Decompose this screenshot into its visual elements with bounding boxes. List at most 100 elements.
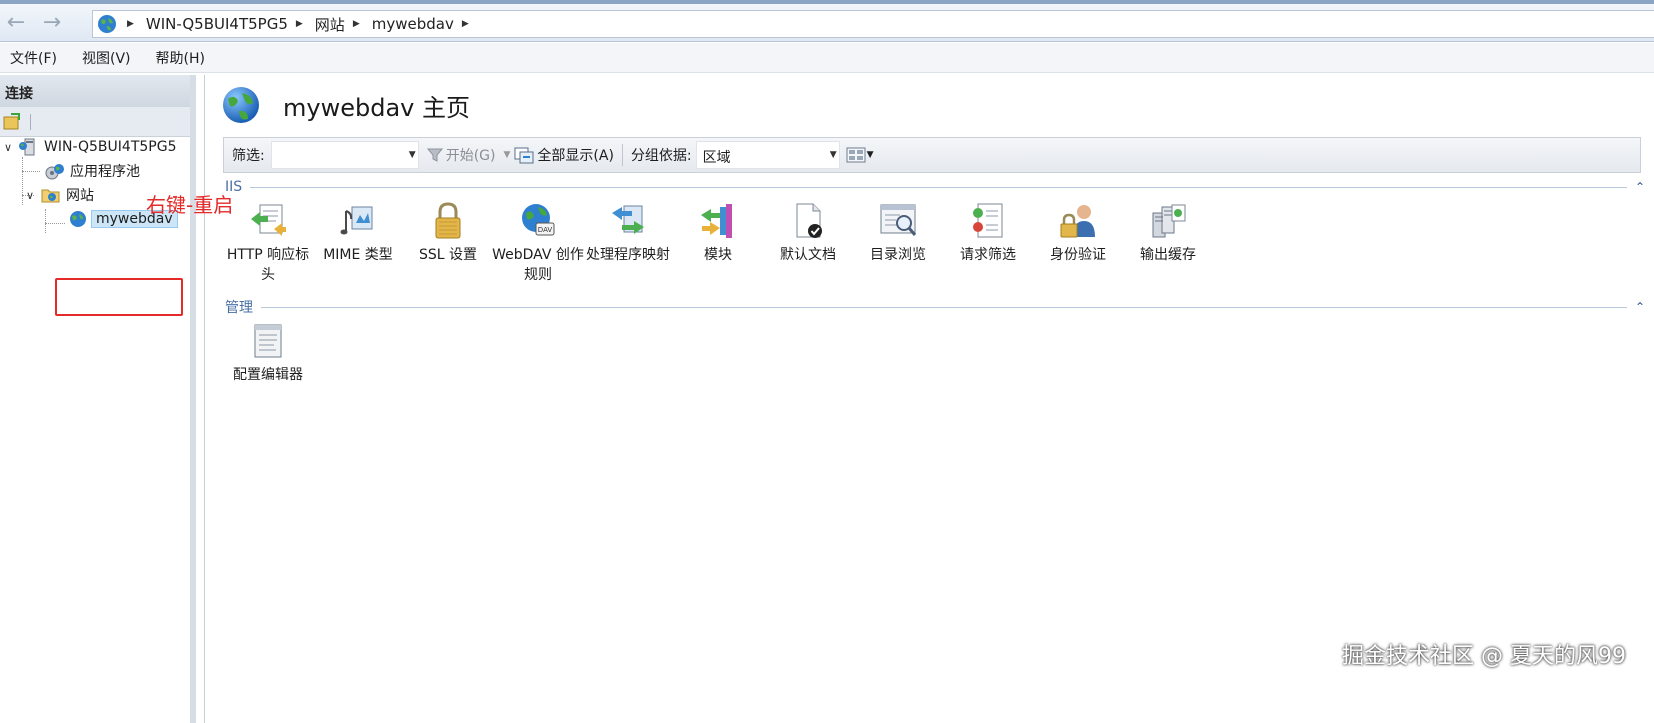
address-bar: ← → ▶ WIN-Q5BUI4T5PG5 ▶ 网站 ▶ mywebdav ▶ [0, 4, 1654, 42]
output-caching-icon [1152, 204, 1186, 238]
highlight-box [55, 278, 183, 316]
breadcrumb-separator: ▶ [295, 19, 303, 29]
feature-http-response-headers[interactable]: HTTP 响应标头 [223, 201, 313, 285]
group-by-select[interactable]: 区域 ▼ [695, 141, 840, 169]
http-response-headers-icon [251, 204, 286, 236]
tree-node-sites[interactable]: ∨ 网站 [26, 185, 94, 205]
section-divider [261, 306, 1627, 308]
feature-label: WebDAV 创作规则 [492, 247, 584, 283]
group-by-value: 区域 [702, 150, 731, 166]
feature-label: 输出缓存 [1140, 247, 1196, 263]
feature-modules[interactable]: 模块 [673, 201, 763, 285]
feature-label: 目录浏览 [870, 247, 926, 263]
create-connection-icon[interactable] [2, 112, 22, 132]
menu-view[interactable]: 视图(V) [82, 48, 131, 68]
iis-features: HTTP 响应标头 MIME 类型 SSL 设置 DAV WebDAV 创作规则… [223, 201, 1213, 285]
show-all-label: 全部显示(A) [537, 148, 614, 164]
tree-line [22, 171, 40, 172]
feature-handler-mappings[interactable]: 处理程序映射 [583, 201, 673, 285]
feature-output-caching[interactable]: 输出缓存 [1123, 201, 1213, 285]
start-filter-label: 开始(G) [445, 148, 496, 164]
webdav-authoring-icon: DAV [522, 204, 555, 236]
feature-ssl-settings[interactable]: SSL 设置 [403, 201, 493, 285]
tree-line [45, 209, 46, 233]
menu-file[interactable]: 文件(F) [10, 48, 57, 68]
feature-default-document[interactable]: 默认文档 [763, 201, 853, 285]
feature-authentication[interactable]: 身份验证 [1033, 201, 1123, 285]
menu-help[interactable]: 帮助(H) [156, 48, 205, 68]
show-all-button[interactable]: 全部显示(A) [514, 145, 614, 165]
sites-folder-icon [41, 189, 60, 203]
breadcrumb-separator: ▶ [127, 19, 134, 29]
feature-webdav-authoring-rules[interactable]: DAV WebDAV 创作规则 [492, 201, 584, 285]
breadcrumb-sites[interactable]: 网站 [315, 14, 345, 35]
feature-mime-types[interactable]: MIME 类型 [313, 201, 403, 285]
section-header-iis[interactable]: IIS ⌃ [225, 177, 1645, 197]
view-mode-button[interactable]: ▼ [846, 146, 874, 164]
website-globe-icon [70, 211, 86, 227]
tree-label-sites[interactable]: 网站 [66, 185, 94, 205]
tree-line [45, 223, 65, 224]
feature-label: MIME 类型 [323, 247, 393, 263]
main-content: mywebdav 主页 筛选: ▼ 开始(G) ▼ 全部显示(A) 分组依据: … [204, 75, 1652, 723]
feature-configuration-editor[interactable]: 配置编辑器 [223, 321, 313, 385]
start-filter-button[interactable]: 开始(G) [426, 145, 496, 165]
app-pools-icon [45, 164, 64, 180]
page-header: mywebdav 主页 [221, 85, 470, 125]
collapse-chevron-icon[interactable]: ⌃ [1635, 300, 1645, 314]
dropdown-caret-icon[interactable]: ▼ [830, 150, 837, 160]
back-arrow-icon[interactable]: ← [0, 8, 32, 38]
feature-label: 模块 [704, 247, 732, 263]
forward-arrow-icon[interactable]: → [36, 8, 68, 38]
section-header-management[interactable]: 管理 ⌃ [225, 297, 1645, 317]
toolbar-separator [30, 113, 31, 130]
tree-label-app-pools[interactable]: 应用程序池 [70, 161, 140, 181]
breadcrumb-separator[interactable]: ▶ [462, 19, 469, 29]
filter-bar: 筛选: ▼ 开始(G) ▼ 全部显示(A) 分组依据: 区域 ▼ ▼ [223, 137, 1641, 173]
feature-label: 处理程序映射 [586, 247, 670, 263]
feature-directory-browsing[interactable]: 目录浏览 [853, 201, 943, 285]
tree-node-app-pools[interactable]: 应用程序池 [44, 161, 140, 181]
breadcrumb[interactable]: ▶ WIN-Q5BUI4T5PG5 ▶ 网站 ▶ mywebdav ▶ [92, 10, 1654, 38]
expand-chevron-icon[interactable]: ∨ [4, 141, 18, 154]
handler-mappings-icon [612, 205, 644, 234]
globe-icon [98, 15, 116, 33]
section-divider [250, 186, 1627, 188]
view-dropdown-icon[interactable]: ▼ [867, 150, 874, 160]
feature-label: 身份验证 [1050, 247, 1106, 263]
menu-bar: 文件(F) 视图(V) 帮助(H) [0, 43, 1654, 73]
expand-chevron-icon[interactable]: ∨ [26, 189, 40, 202]
svg-text:DAV: DAV [538, 226, 553, 234]
connections-title: 连接 [0, 75, 190, 107]
feature-label: SSL 设置 [418, 247, 478, 263]
breadcrumb-server[interactable]: WIN-Q5BUI4T5PG5 [146, 15, 288, 33]
funnel-icon [426, 148, 443, 162]
collapse-chevron-icon[interactable]: ⌃ [1635, 180, 1645, 194]
feature-label: 配置编辑器 [233, 367, 303, 383]
management-features: 配置编辑器 [223, 321, 313, 385]
connections-toolbar [0, 107, 190, 137]
default-document-icon [796, 203, 822, 238]
modules-icon [701, 204, 732, 238]
section-title-management: 管理 [225, 300, 253, 316]
directory-browsing-icon [880, 204, 917, 236]
authentication-icon [1060, 205, 1095, 238]
feature-label: 请求筛选 [960, 247, 1016, 263]
tree-line [22, 157, 23, 205]
filter-input[interactable]: ▼ [270, 141, 419, 169]
annotation-text: 右键-重启 [146, 193, 234, 217]
server-icon [19, 138, 35, 156]
tree-node-server[interactable]: ∨ WIN-Q5BUI4T5PG5 [4, 137, 176, 157]
tree-label-server[interactable]: WIN-Q5BUI4T5PG5 [44, 139, 176, 155]
feature-label: HTTP 响应标头 [226, 247, 310, 283]
page-title: mywebdav 主页 [283, 93, 470, 122]
watermark: 掘金技术社区 @ 夏天的风99 [1342, 644, 1626, 669]
breadcrumb-site[interactable]: mywebdav [372, 15, 454, 33]
filter-separator [621, 144, 623, 166]
start-dropdown-icon[interactable]: ▼ [504, 150, 511, 160]
filter-label: 筛选: [232, 148, 265, 164]
show-all-icon [514, 147, 534, 164]
dropdown-caret-icon[interactable]: ▼ [409, 150, 416, 160]
feature-request-filtering[interactable]: 请求筛选 [943, 201, 1033, 285]
request-filtering-icon [973, 203, 1003, 238]
